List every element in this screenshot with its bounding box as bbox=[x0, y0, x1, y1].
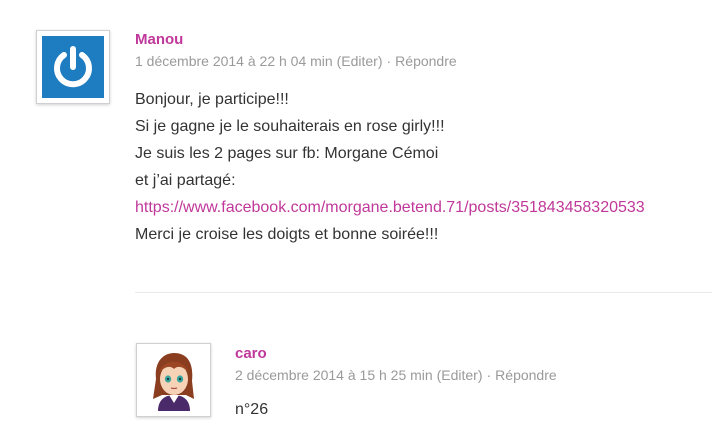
meta-separator: · bbox=[486, 367, 492, 383]
cartoon-girl-avatar bbox=[142, 349, 205, 411]
avatar[interactable] bbox=[36, 30, 110, 104]
facebook-post-link[interactable]: https://www.facebook.com/morgane.betend.… bbox=[135, 199, 645, 216]
comment-line: n°26 bbox=[235, 401, 269, 418]
comment-date-link[interactable]: 2 décembre 2014 à 15 h 25 min bbox=[235, 367, 433, 383]
edit-link[interactable]: (Editer) bbox=[337, 53, 383, 69]
power-icon bbox=[42, 36, 104, 98]
avatar[interactable] bbox=[136, 343, 211, 417]
comment-line: Je suis les 2 pages sur fb: Morgane Cémo… bbox=[135, 145, 439, 162]
comment-date-link[interactable]: 1 décembre 2014 à 22 h 04 min bbox=[135, 53, 333, 69]
comment-line: Merci je croise les doigts et bonne soir… bbox=[135, 226, 439, 243]
comment-line: Bonjour, je participe!!! bbox=[135, 91, 289, 108]
comment-body: Bonjour, je participe!!! Si je gagne je … bbox=[135, 86, 645, 248]
comment-meta: 2 décembre 2014 à 15 h 25 min (Editer) · R… bbox=[235, 367, 557, 383]
comment-meta: 1 décembre 2014 à 22 h 04 min (Editer) · R… bbox=[135, 53, 457, 69]
reply-link[interactable]: Répondre bbox=[395, 53, 457, 69]
comment-body: n°26 bbox=[235, 396, 268, 423]
comment-line-link: https://www.facebook.com/morgane.betend.… bbox=[135, 194, 645, 221]
comment-line: et j’ai partagé: bbox=[135, 172, 236, 189]
comment-divider bbox=[135, 292, 712, 293]
meta-separator: · bbox=[386, 53, 392, 69]
comment-line: Si je gagne je le souhaiterais en rose g… bbox=[135, 118, 445, 135]
edit-link[interactable]: (Editer) bbox=[437, 367, 483, 383]
reply-link[interactable]: Répondre bbox=[495, 367, 557, 383]
comment-author[interactable]: caro bbox=[235, 345, 267, 362]
comment-author[interactable]: Manou bbox=[135, 31, 183, 48]
